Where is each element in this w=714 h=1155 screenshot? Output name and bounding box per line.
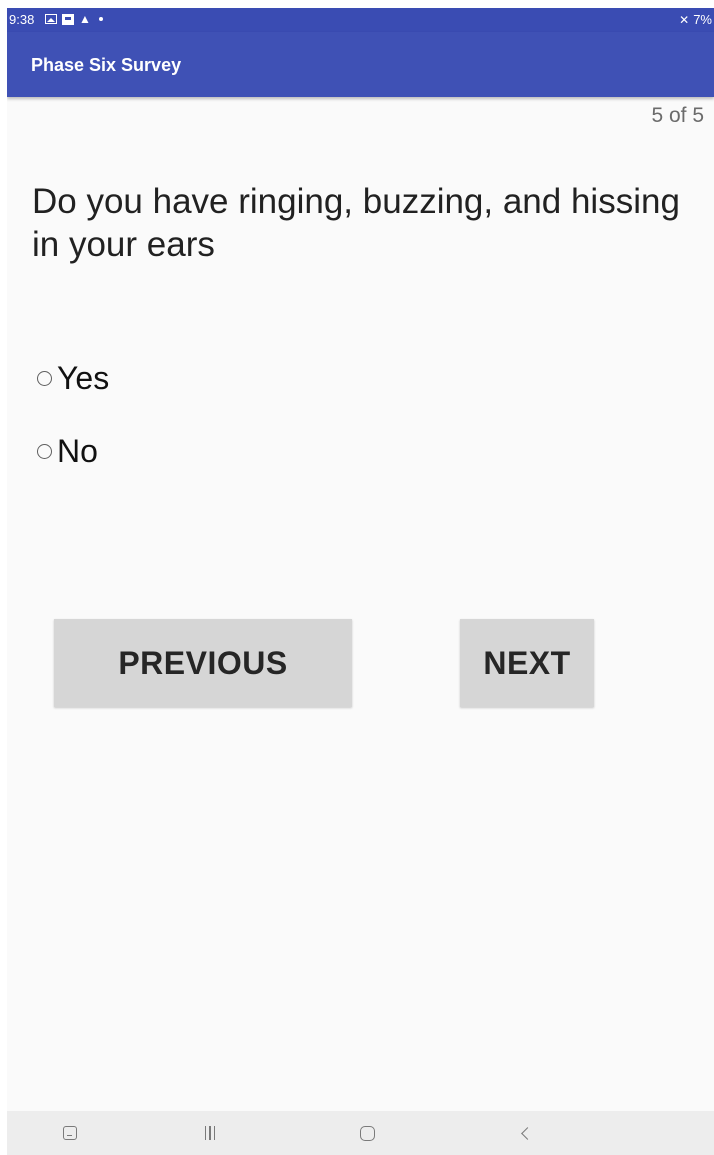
next-button[interactable]: NEXT	[460, 619, 594, 707]
app-bar: Phase Six Survey	[7, 32, 714, 97]
gallery-icon	[45, 14, 57, 24]
radio-button-icon[interactable]	[37, 443, 52, 459]
system-nav-bar	[7, 1111, 714, 1155]
question-text: Do you have ringing, buzzing, and hissin…	[32, 182, 680, 264]
status-right: ✕ 7%	[679, 12, 712, 28]
warning-icon: ▲	[79, 12, 91, 26]
screenshot-icon	[63, 1126, 77, 1140]
previous-button[interactable]: PREVIOUS	[54, 619, 352, 707]
option-label: Yes	[57, 360, 110, 396]
back-button[interactable]	[515, 1111, 535, 1155]
recent-apps-button[interactable]	[200, 1111, 220, 1155]
option-label: No	[57, 433, 98, 469]
back-icon	[520, 1126, 534, 1140]
status-bar: 9:38 ▲ ✕ 7%	[7, 8, 714, 32]
radio-button-icon[interactable]	[37, 370, 52, 386]
option-yes[interactable]: Yes	[37, 359, 109, 397]
home-button[interactable]	[357, 1111, 377, 1155]
status-notification-icons: ▲	[45, 13, 103, 25]
recent-apps-icon	[204, 1126, 216, 1140]
home-icon	[359, 1125, 375, 1141]
dot-icon	[98, 17, 103, 21]
app-title: Phase Six Survey	[31, 55, 182, 75]
device-screen: 9:38 ▲ ✕ 7% Phase Six Survey 5 of 5 Do y…	[7, 8, 714, 1155]
option-no[interactable]: No	[37, 432, 98, 470]
mute-icon: ✕	[679, 13, 690, 27]
notification-icon	[62, 13, 74, 25]
status-time: 9:38	[9, 12, 35, 27]
screenshot-button[interactable]	[60, 1111, 80, 1155]
battery-level: 7%	[693, 12, 712, 27]
question-progress: 5 of 5	[651, 104, 704, 127]
